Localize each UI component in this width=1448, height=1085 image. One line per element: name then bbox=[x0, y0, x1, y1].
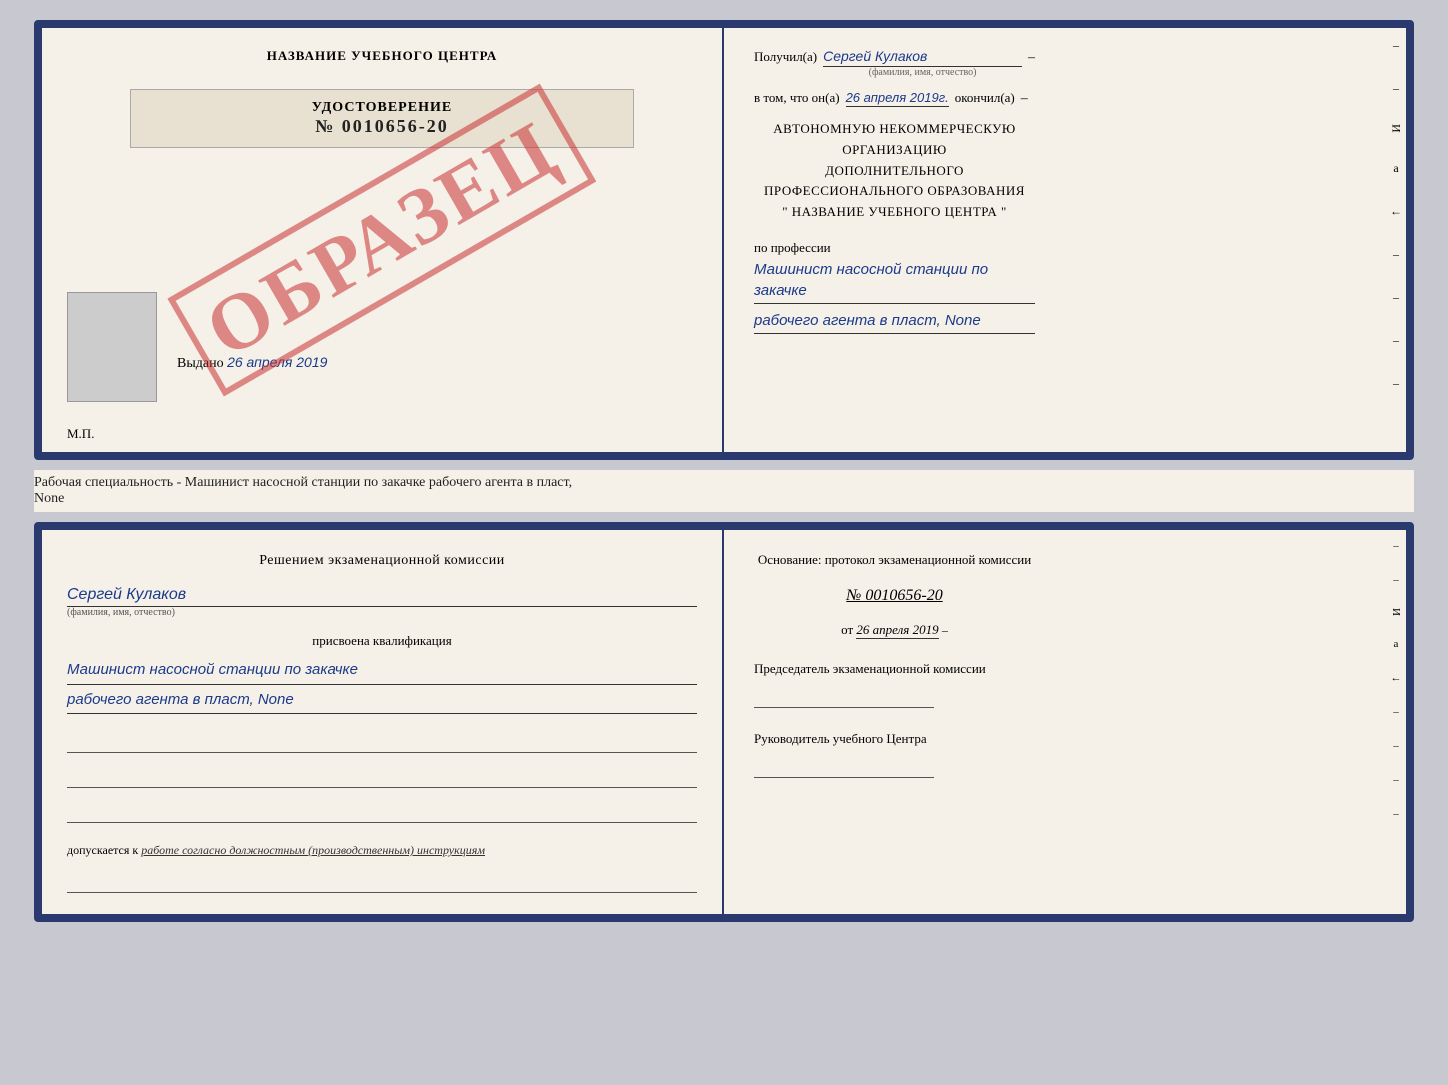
chairman-block: Председатель экзаменационной комиссии bbox=[754, 660, 1035, 708]
issued-section: Выдано 26 апреля 2019 bbox=[177, 354, 327, 432]
basis-label: Основание: протокол экзаменационной коми… bbox=[754, 550, 1035, 570]
center-title: НАЗВАНИЕ УЧЕБНОГО ЦЕНТРА bbox=[267, 48, 498, 64]
person-section: Сергей Кулаков (фамилия, имя, отчество) bbox=[67, 581, 697, 618]
allowed-label-text: допускается к bbox=[67, 843, 138, 857]
org-line3: " НАЗВАНИЕ УЧЕБНОГО ЦЕНТРА " bbox=[754, 202, 1035, 223]
top-document: НАЗВАНИЕ УЧЕБНОГО ЦЕНТРА ОБРАЗЕЦ УДОСТОВ… bbox=[34, 20, 1414, 460]
bottom-left-panel: Решением экзаменационной комиссии Сергей… bbox=[42, 530, 724, 914]
org-line1: АВТОНОМНУЮ НЕКОММЕРЧЕСКУЮ ОРГАНИЗАЦИЮ bbox=[754, 119, 1035, 161]
chairman-label: Председатель экзаменационной комиссии bbox=[754, 660, 1035, 678]
document-container: НАЗВАНИЕ УЧЕБНОГО ЦЕНТРА ОБРАЗЕЦ УДОСТОВ… bbox=[34, 20, 1414, 922]
dash2: – bbox=[1021, 91, 1028, 107]
profession-line1: Машинист насосной станции по закачке bbox=[754, 259, 1035, 304]
director-sig-line bbox=[754, 753, 934, 778]
right-panel-wrapper-top: Получил(а) Сергей Кулаков (фамилия, имя,… bbox=[724, 28, 1406, 452]
confirm-row: в том, что он(а) 26 апреля 2019г. окончи… bbox=[754, 90, 1035, 107]
issued-line: Выдано 26 апреля 2019 bbox=[177, 356, 327, 371]
right-dashes: – – И а ← – – – – bbox=[1386, 38, 1406, 391]
received-row: Получил(а) Сергей Кулаков (фамилия, имя,… bbox=[754, 48, 1035, 78]
protocol-number: № 0010656-20 bbox=[754, 587, 1035, 605]
received-sublabel: (фамилия, имя, отчество) bbox=[823, 67, 1022, 78]
separator-section: Рабочая специальность - Машинист насосно… bbox=[34, 470, 1414, 512]
received-name: Сергей Кулаков bbox=[823, 48, 1022, 67]
bottom-right-panel: Основание: протокол экзаменационной коми… bbox=[724, 530, 1065, 798]
bottom-document: Решением экзаменационной комиссии Сергей… bbox=[34, 522, 1414, 922]
underline2 bbox=[67, 768, 697, 788]
mp-label: М.П. bbox=[67, 426, 94, 442]
separator-text: Рабочая специальность - Машинист насосно… bbox=[34, 475, 1414, 491]
right-panel-wrapper-bottom: Основание: протокол экзаменационной коми… bbox=[724, 530, 1406, 914]
cert-title: УДОСТОВЕРЕНИЕ bbox=[151, 100, 613, 116]
left-panel-top: НАЗВАНИЕ УЧЕБНОГО ЦЕНТРА ОБРАЗЕЦ УДОСТОВ… bbox=[42, 28, 724, 452]
commission-title: Решением экзаменационной комиссии bbox=[67, 550, 697, 571]
received-label: Получил(а) bbox=[754, 49, 817, 65]
photo-placeholder bbox=[67, 292, 157, 402]
allowed-value: работе согласно должностным (производств… bbox=[141, 843, 485, 857]
underline3 bbox=[67, 803, 697, 823]
issued-label: Выдано bbox=[177, 356, 224, 371]
protocol-date: 26 апреля 2019 bbox=[856, 622, 938, 639]
qualification-section: Машинист насосной станции по закачке раб… bbox=[67, 659, 697, 718]
cert-number: № 0010656-20 bbox=[151, 116, 613, 137]
underline1 bbox=[67, 733, 697, 753]
allowed-section: допускается к работе согласно должностны… bbox=[67, 843, 697, 858]
separator-text2: None bbox=[34, 491, 1414, 507]
qual-line1: Машинист насосной станции по закачке bbox=[67, 659, 697, 685]
director-block: Руководитель учебного Центра bbox=[754, 730, 1035, 778]
confirm-date: 26 апреля 2019г. bbox=[846, 90, 949, 107]
profession-line2: рабочего агента в пласт, None bbox=[754, 310, 1035, 334]
bottom-right-marks: – – И а ← – – – – bbox=[1386, 540, 1406, 820]
person-name: Сергей Кулаков bbox=[67, 586, 697, 607]
underline4 bbox=[67, 873, 697, 893]
right-panel-top: Получил(а) Сергей Кулаков (фамилия, имя,… bbox=[724, 28, 1065, 360]
protocol-date-row: от 26 апреля 2019 – bbox=[754, 622, 1035, 638]
cert-id-box: УДОСТОВЕРЕНИЕ № 0010656-20 bbox=[130, 89, 634, 148]
dash-separator: – bbox=[1028, 50, 1035, 66]
org-block: АВТОНОМНУЮ НЕКОММЕРЧЕСКУЮ ОРГАНИЗАЦИЮ ДО… bbox=[754, 119, 1035, 223]
profession-block: по профессии Машинист насосной станции п… bbox=[754, 240, 1035, 340]
assigned-label: присвоена квалификация bbox=[67, 633, 697, 649]
dash-after-date: – bbox=[942, 623, 948, 637]
finished-label: окончил(а) bbox=[955, 90, 1015, 106]
profession-label: по профессии bbox=[754, 240, 1035, 256]
qual-line2: рабочего агента в пласт, None bbox=[67, 689, 697, 715]
person-sublabel: (фамилия, имя, отчество) bbox=[67, 607, 697, 618]
issued-date: 26 апреля 2019 bbox=[227, 354, 327, 370]
confirm-label: в том, что он(а) bbox=[754, 90, 840, 106]
chairman-sig-line bbox=[754, 683, 934, 708]
protocol-date-label: от bbox=[841, 622, 853, 637]
org-line2: ДОПОЛНИТЕЛЬНОГО ПРОФЕССИОНАЛЬНОГО ОБРАЗО… bbox=[754, 161, 1035, 203]
director-label: Руководитель учебного Центра bbox=[754, 730, 1035, 748]
